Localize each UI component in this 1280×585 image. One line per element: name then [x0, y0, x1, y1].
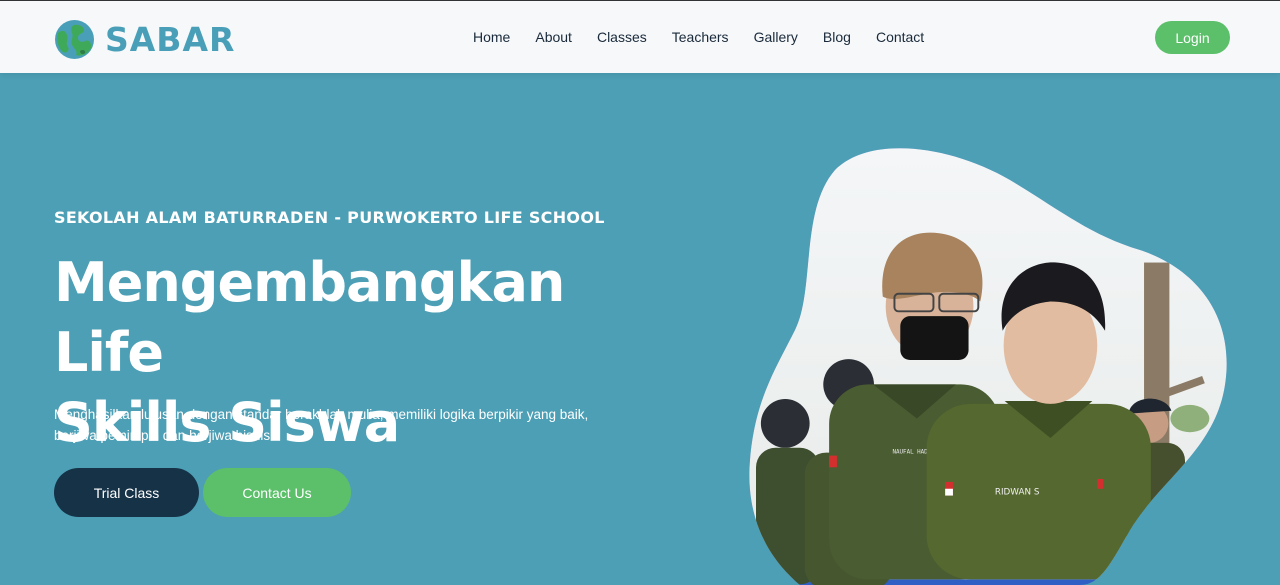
logo[interactable]: SABAR: [54, 19, 235, 60]
contact-us-button[interactable]: Contact Us: [203, 468, 351, 517]
name-tag-ridwan: RIDWAN S: [995, 488, 1040, 498]
navbar: SABAR Home About Classes Teachers Galler…: [0, 0, 1280, 73]
nav-blog[interactable]: Blog: [823, 27, 851, 47]
login-button[interactable]: Login: [1155, 21, 1230, 54]
nav-teachers[interactable]: Teachers: [672, 27, 729, 47]
nav-about[interactable]: About: [535, 27, 572, 47]
nav-gallery[interactable]: Gallery: [754, 27, 798, 47]
globe-icon: [55, 20, 94, 59]
hero-description: Menghasilkan lulusan dengan standar bera…: [54, 407, 589, 443]
trial-class-button[interactable]: Trial Class: [54, 468, 199, 517]
nav-home[interactable]: Home: [473, 27, 510, 47]
hero-subtitle: SEKOLAH ALAM BATURRADEN - PURWOKERTO LIF…: [54, 208, 605, 227]
brand-name: SABAR: [105, 20, 236, 59]
hero-title-line1: Mengembangkan Life: [54, 251, 565, 384]
nav-contact[interactable]: Contact: [876, 27, 924, 47]
main-nav: Home About Classes Teachers Gallery Blog…: [473, 27, 924, 47]
hero-photo-blob: NAUFAL HADYAN R RIDWAN S: [749, 148, 1227, 585]
nav-classes[interactable]: Classes: [597, 27, 647, 47]
